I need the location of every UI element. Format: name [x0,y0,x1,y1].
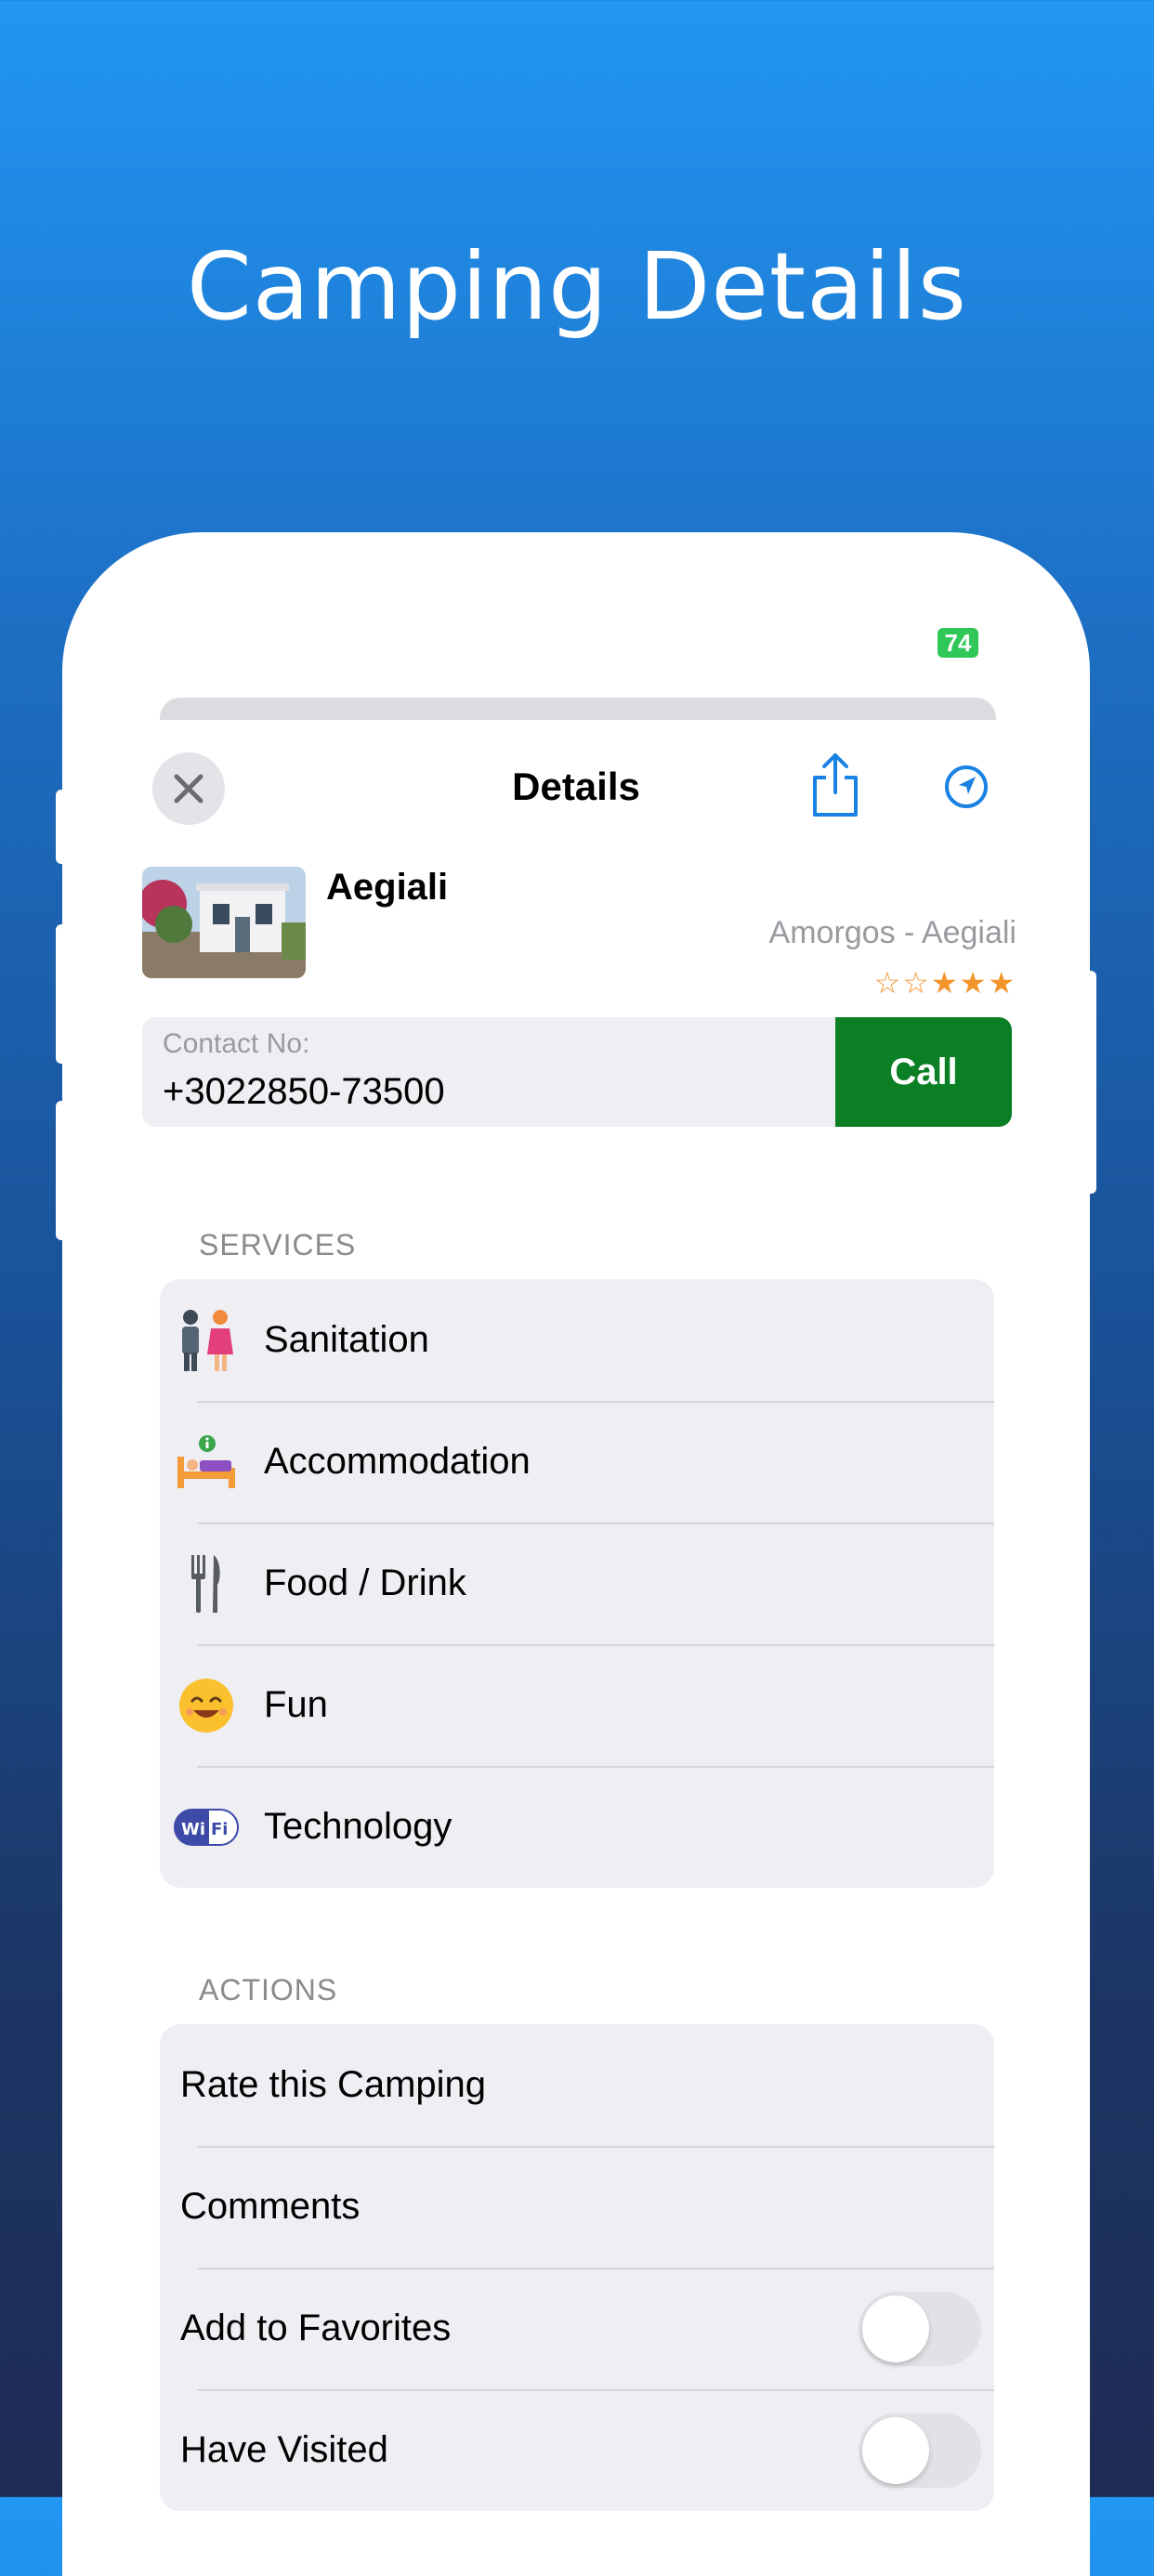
fork-knife-icon [169,1553,243,1615]
service-label: Accommodation [264,1441,531,1482]
have-visited-row: Have Visited [160,2389,994,2511]
page-headline: Camping Details [186,232,968,341]
action-label: Have Visited [180,2429,388,2470]
camping-name: Aegiali [326,867,449,908]
svg-text:Fi: Fi [211,1820,228,1839]
camping-location: Amorgos - Aegiali [768,915,1016,950]
favorites-toggle[interactable] [859,2291,981,2366]
contact-number: +3022850-73500 [163,1071,445,1112]
contact-label: Contact No: [163,1028,310,1059]
actions-header: ACTIONS [199,1973,338,2007]
services-header: SERVICES [199,1228,357,1262]
comments-row[interactable]: Comments [160,2146,994,2268]
service-label: Food / Drink [264,1563,466,1603]
services-list: Sanitation Accommodation Food / Drink Fu… [160,1279,994,1888]
service-label: Technology [264,1806,452,1847]
nav-title: Details [512,765,640,808]
action-label: Add to Favorites [180,2308,452,2348]
share-icon [813,753,858,817]
star-rating: ☆☆★★★ [873,966,1016,1000]
phone-screen: 74 Details Aegiali Amorgos - Aegiali ☆☆★… [62,532,1090,2576]
details-sheet: Details Aegiali Amorgos - Aegiali ☆☆★★★ … [62,720,1090,2576]
visited-toggle[interactable] [859,2413,981,2488]
restroom-icon [169,1308,243,1373]
add-to-favorites-row: Add to Favorites [160,2268,994,2389]
service-row-fun[interactable]: Fun [160,1644,994,1766]
share-button[interactable] [807,752,863,818]
action-label: Rate this Camping [180,2064,487,2105]
navigate-button[interactable] [943,764,990,810]
service-row-accommodation[interactable]: Accommodation [160,1401,994,1523]
contact-field: Contact No: +3022850-73500 [142,1017,835,1127]
toggle-knob [862,2295,929,2362]
camping-photo [142,867,306,978]
service-row-food-drink[interactable]: Food / Drink [160,1523,994,1644]
action-label: Comments [180,2186,361,2227]
rate-camping-row[interactable]: Rate this Camping [160,2024,994,2146]
smiley-icon [169,1677,243,1734]
service-label: Sanitation [264,1319,429,1360]
service-row-technology[interactable]: Wi Fi Technology [160,1766,994,1888]
svg-text:Wi: Wi [181,1820,205,1839]
call-button[interactable]: Call [835,1017,1012,1127]
toggle-knob [862,2416,929,2484]
location-arrow-icon [945,765,988,808]
service-label: Fun [264,1684,328,1725]
battery-indicator: 74 [938,628,978,658]
actions-list: Rate this Camping Comments Add to Favori… [160,2024,994,2511]
bed-icon [169,1434,243,1490]
service-row-sanitation[interactable]: Sanitation [160,1279,994,1401]
wifi-icon: Wi Fi [169,1808,243,1846]
